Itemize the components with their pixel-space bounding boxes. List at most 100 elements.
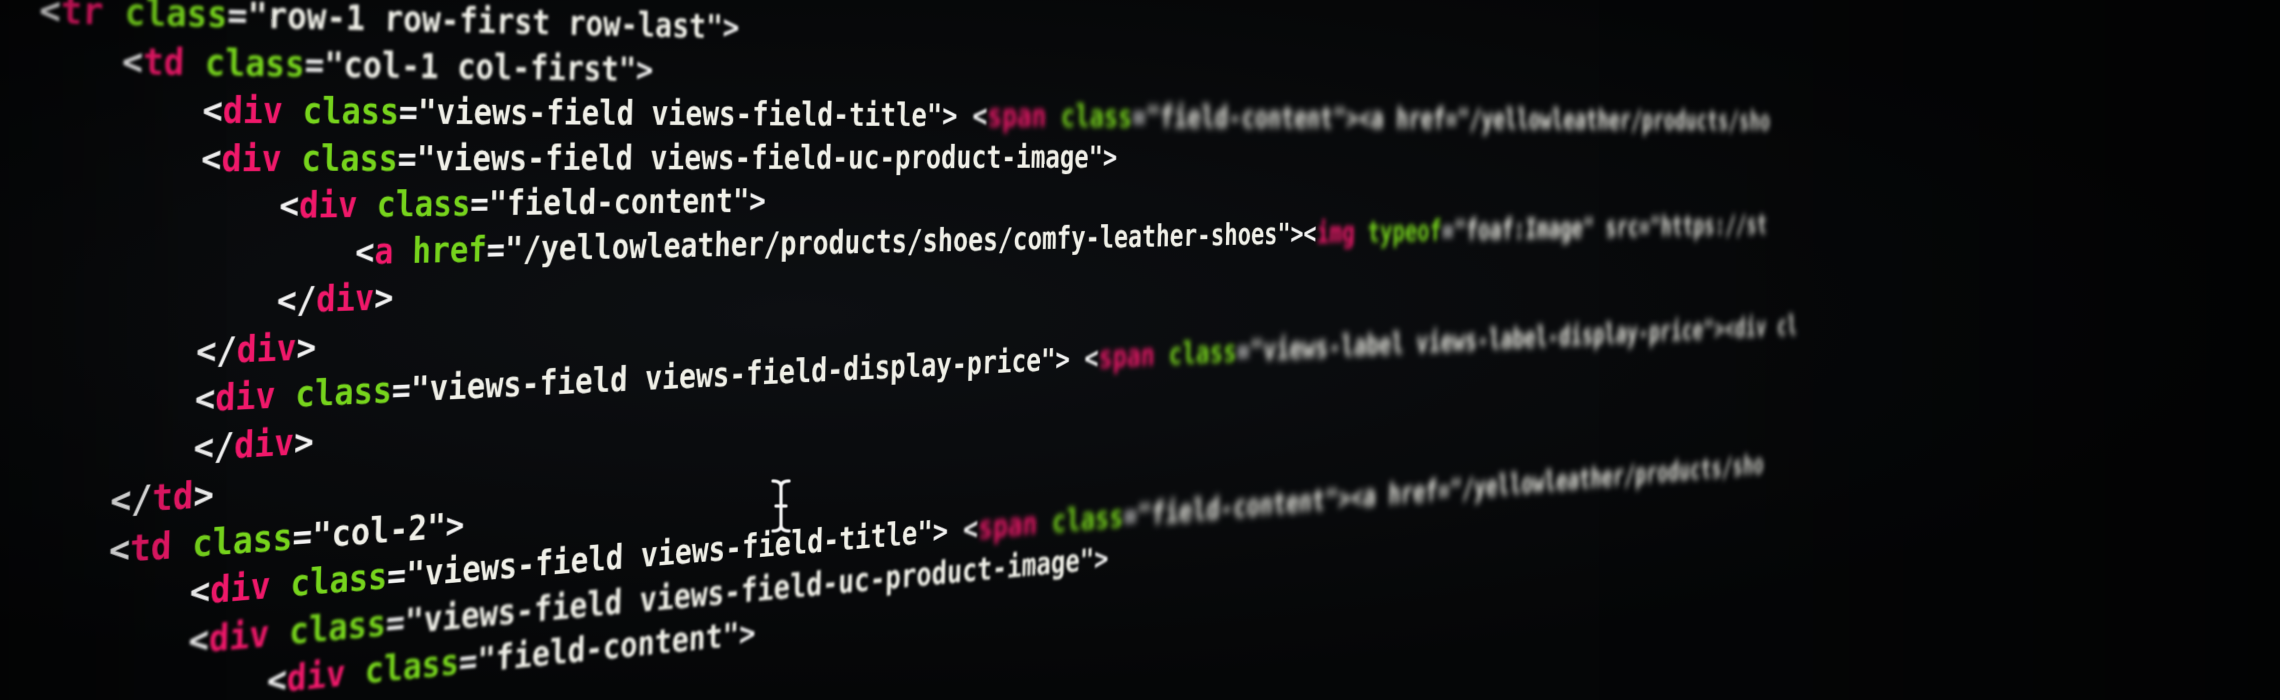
- code-bracket: </: [193, 424, 235, 469]
- code-punctuation: [1354, 216, 1367, 249]
- html-attribute-name: class: [123, 0, 228, 36]
- html-tag-name: div: [209, 565, 272, 612]
- code-punctuation: =: [398, 91, 419, 133]
- code-bracket: <: [266, 658, 288, 700]
- html-tag-name: span: [977, 505, 1038, 547]
- code-bracket: <: [188, 618, 210, 662]
- code-punctuation: [1046, 99, 1061, 134]
- html-attribute-name: typeof: [1367, 214, 1443, 249]
- code-bracket: ><: [1290, 216, 1317, 251]
- code-punctuation: [171, 523, 193, 567]
- code-bracket: <: [278, 185, 300, 227]
- code-punctuation: =: [1441, 214, 1455, 247]
- code-punctuation: =: [1236, 333, 1251, 369]
- code-punctuation: [282, 91, 303, 132]
- html-tag-name: div: [286, 653, 346, 700]
- code-punctuation: =: [226, 0, 249, 37]
- code-bracket: >: [192, 473, 215, 517]
- code-punctuation: =: [397, 138, 418, 179]
- code-bracket: >: [373, 277, 394, 319]
- html-tag-name: div: [208, 612, 270, 660]
- code-punctuation: [357, 185, 377, 226]
- html-attribute-value: "field-content": [488, 182, 750, 224]
- code-bracket: >: [932, 512, 949, 551]
- code-punctuation: [1154, 337, 1169, 372]
- text-cursor-ibeam-icon: [770, 478, 792, 534]
- html-attribute-value: "views-field views-field-uc-product-imag…: [416, 138, 1104, 179]
- code-bracket: >: [722, 8, 740, 47]
- code-bracket: <: [121, 40, 144, 83]
- html-attribute-value: "col-2": [311, 505, 447, 556]
- html-attribute-value: "foaf:Image" src="https://st: [1453, 209, 1768, 247]
- code-punctuation: =: [304, 43, 325, 85]
- code-punctuation: [184, 41, 206, 83]
- html-attribute-value: "views-field views-field-title": [417, 92, 943, 134]
- code-editor[interactable]: <tr class="row-1 row-first row-last"> <td…: [0, 0, 2280, 700]
- code-punctuation: [270, 564, 291, 607]
- code-punctuation: =: [385, 601, 406, 644]
- html-attribute-value: "row-1 row-first row-last": [246, 0, 724, 47]
- html-tag-name: div: [315, 277, 375, 321]
- code-bracket: <: [1069, 340, 1099, 377]
- html-attribute-name: class: [204, 41, 306, 85]
- code-punctuation: =: [458, 640, 478, 683]
- code-bracket: </: [109, 477, 153, 523]
- html-tag-name: td: [129, 524, 173, 570]
- code-bracket: >: [1102, 139, 1118, 175]
- html-tag-name: td: [151, 474, 194, 520]
- code-bracket: <: [108, 527, 131, 572]
- code-bracket: >: [445, 504, 465, 546]
- code-bracket: >: [941, 97, 958, 134]
- code-bracket: <: [947, 510, 979, 549]
- html-tag-name: div: [221, 137, 283, 180]
- html-attribute-name: class: [1051, 499, 1124, 541]
- code-bracket: >: [1055, 341, 1071, 378]
- html-tag-name: div: [236, 327, 297, 371]
- code-punctuation: =: [486, 229, 506, 270]
- code-bracket: <: [200, 137, 223, 180]
- html-tag-name: div: [214, 375, 276, 420]
- html-attribute-name: class: [289, 556, 388, 605]
- html-attribute-name: class: [376, 184, 471, 226]
- html-tag-name: div: [233, 421, 295, 467]
- code-punctuation: [393, 231, 413, 272]
- html-tag-name: td: [142, 40, 185, 84]
- code-bracket: >: [295, 326, 317, 369]
- code-bracket: <: [189, 569, 211, 614]
- code-punctuation: =: [469, 183, 490, 224]
- code-punctuation: =: [1131, 99, 1147, 135]
- code-bracket: <: [956, 97, 988, 134]
- code-bracket: </: [195, 329, 238, 373]
- code-punctuation: [275, 374, 296, 416]
- html-tag-name: div: [298, 184, 358, 227]
- html-attribute-value: "field-content"><a href="/yellowleather/…: [1145, 99, 1771, 137]
- code-bracket: >: [635, 50, 654, 89]
- code-bracket: <: [38, 0, 62, 33]
- code-punctuation: =: [1122, 498, 1138, 534]
- code-punctuation: [103, 0, 125, 34]
- code-bracket: >: [748, 181, 767, 220]
- code-bracket: >: [738, 614, 756, 654]
- code-bracket: <: [354, 231, 375, 273]
- html-attribute-name: class: [288, 602, 387, 653]
- html-tag-name: div: [222, 89, 284, 132]
- code-view[interactable]: <tr class="row-1 row-first row-last"> <td…: [20, 0, 1803, 700]
- code-bracket: <: [201, 89, 224, 132]
- code-punctuation: [269, 611, 290, 654]
- html-attribute-name: class: [1060, 98, 1133, 135]
- html-attribute-name: href: [411, 229, 488, 271]
- html-tag-name: a: [373, 230, 395, 272]
- code-bracket: </: [276, 279, 317, 322]
- code-punctuation: [281, 138, 302, 179]
- code-punctuation: =: [291, 514, 313, 558]
- code-bracket: <: [194, 377, 216, 421]
- html-attribute-name: class: [301, 90, 400, 133]
- code-punctuation: [1037, 505, 1052, 542]
- html-tag-name: span: [986, 98, 1047, 135]
- html-attribute-name: class: [294, 370, 393, 416]
- html-attribute-value: "col-1 col-first": [323, 44, 637, 89]
- code-bracket: >: [1093, 540, 1109, 577]
- html-tag-name: img: [1316, 215, 1356, 250]
- code-punctuation: [345, 651, 365, 694]
- code-punctuation: =: [386, 554, 407, 597]
